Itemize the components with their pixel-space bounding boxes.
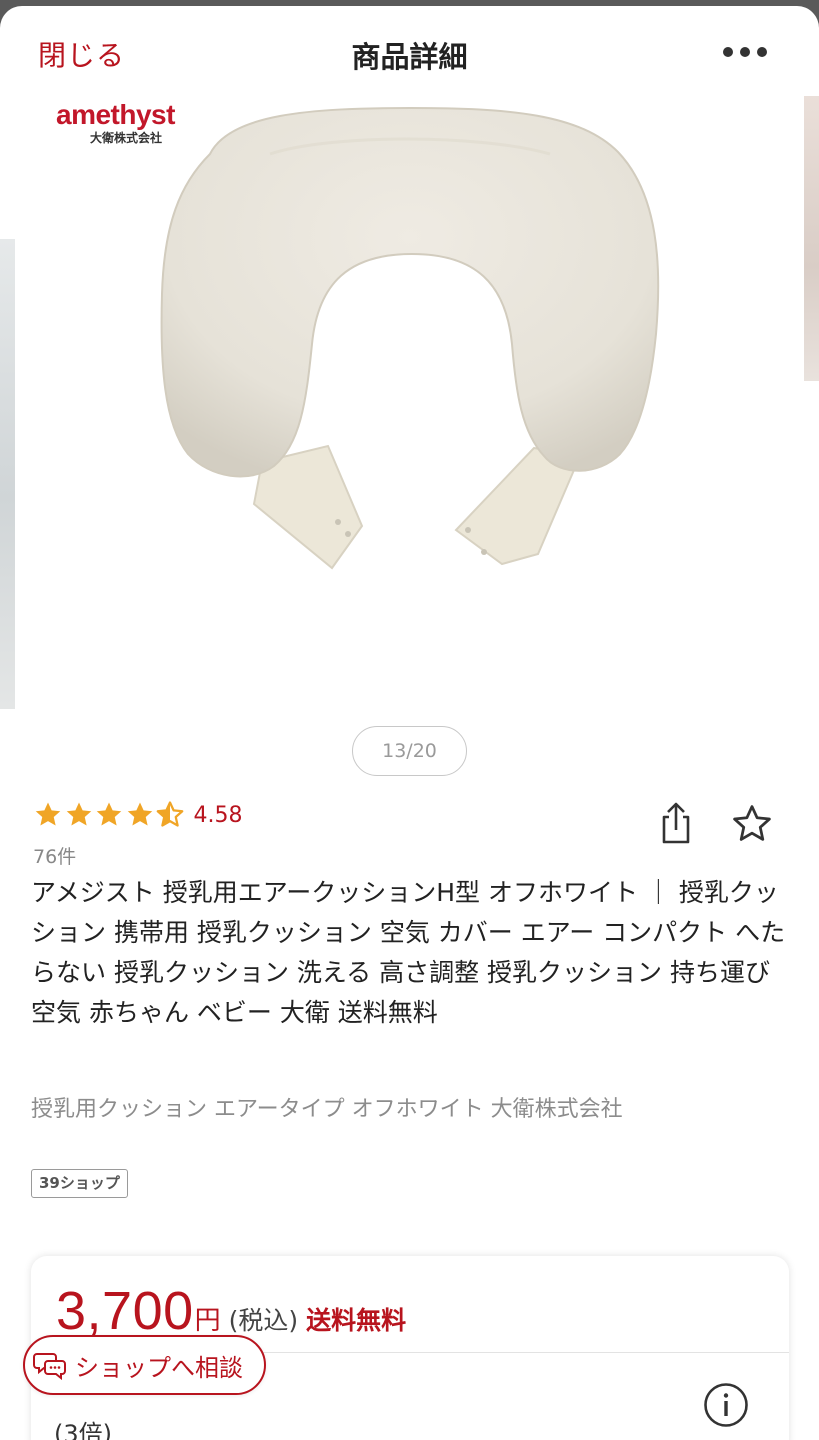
brand-subtitle: 大衛株式会社 [89,131,162,145]
image-page-indicator: 13/20 [352,726,467,776]
product-title: アメジスト 授乳用エアークッションH型 オフホワイト ｜ 授乳クッション 携帯用… [31,878,786,1027]
rating-value: 4.58 [193,802,243,828]
star-full-icon [66,802,91,826]
points-multiplier: (3倍) [54,1420,112,1440]
star-full-icon [96,802,122,826]
price-amount: 3,700 [56,1281,194,1341]
price-currency: 円 [194,1306,221,1336]
info-icon[interactable] [703,1382,749,1428]
star-full-icon [127,802,152,826]
more-dots-icon[interactable] [723,42,767,62]
previous-image-peek[interactable] [0,239,15,709]
star-full-icon [35,802,61,826]
shop-badge: 39ショップ [31,1169,128,1198]
shop-consult-button[interactable]: ショップへ相談 [23,1335,266,1395]
product-image [160,106,660,570]
price-line: 3,700 円 (税込) 送料無料 [56,1280,406,1342]
product-detail-sheet: 閉じる 商品詳細 amethyst 大衛株式会社 13/20 4.58 76件 … [0,6,819,1440]
header-bar: 閉じる 商品詳細 [0,6,819,98]
star-half-icon [156,801,184,827]
chat-bubbles-icon [33,1353,66,1380]
favorite-star-icon[interactable] [730,802,774,846]
next-image-peek[interactable] [804,96,819,381]
rating-row[interactable]: 4.58 [33,798,242,832]
page-title: 商品詳細 [351,40,468,74]
free-shipping-label: 送料無料 [306,1306,407,1335]
share-icon[interactable] [656,801,696,845]
product-image-gallery[interactable]: amethyst 大衛株式会社 13/20 [0,94,819,776]
price-tax-label: (税込) [228,1306,299,1335]
shop-consult-label: ショップへ相談 [75,1353,243,1382]
brand-logo: amethyst 大衛株式会社 [56,100,206,156]
review-count[interactable]: 76件 [33,842,76,869]
brand-name: amethyst [56,99,175,130]
product-subtitle: 授乳用クッション エアータイプ オフホワイト 大衛株式会社 [31,1097,623,1122]
